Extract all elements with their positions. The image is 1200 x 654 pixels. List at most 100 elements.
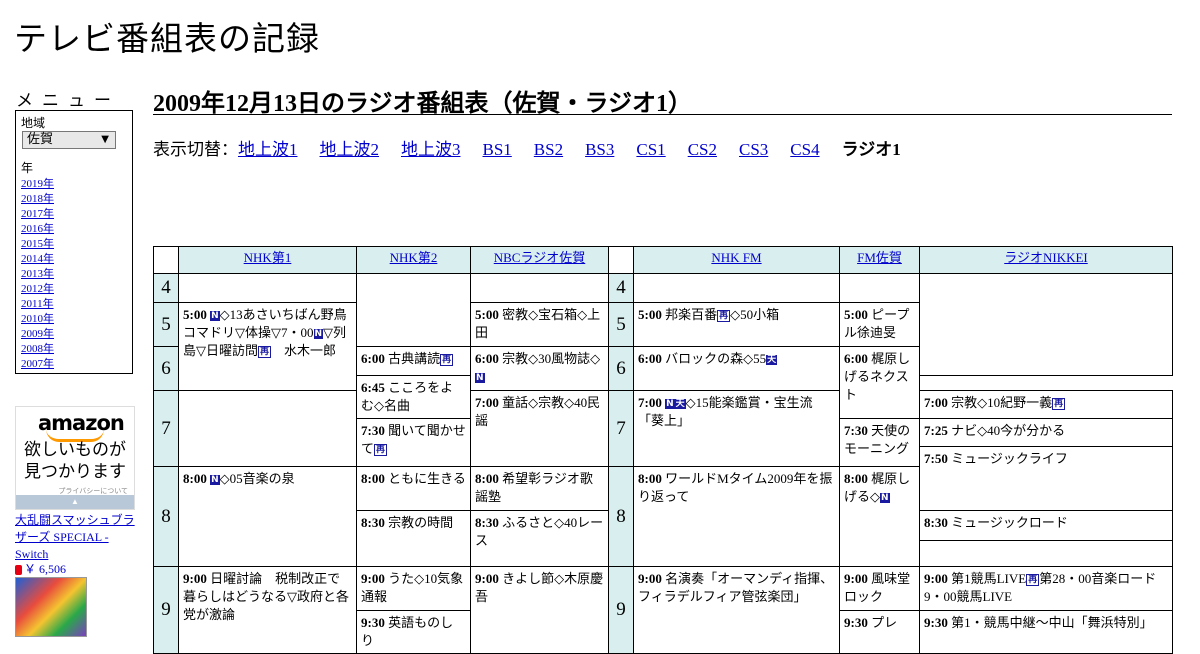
year-link-2007[interactable]: 2007年 [21,358,54,370]
region-select[interactable]: 佐賀 ▼ [22,131,116,149]
amazon-ad-banner[interactable]: amazon 欲しいものが 見つかります プライバシーについて ▲ [15,406,135,510]
program-cell[interactable]: 9:00 名演奏「オーマンディ指揮、フィラデルフィア管弦楽団」 [633,566,840,654]
channel-link-nikkei[interactable]: ラジオNIKKEI [1004,250,1088,265]
program-cell[interactable]: 8:30 宗教の時間 [356,510,471,567]
news-icon: N [880,493,890,503]
year-link-2017[interactable]: 2017年 [21,208,54,220]
program-cell[interactable]: 9:00 うた◇10気象通報 [356,566,471,611]
page-title: 2009年12月13日のラジオ番組表（佐賀・ラジオ1） [153,83,1172,117]
hour-cell-8: 8 [153,466,179,567]
year-link-2016[interactable]: 2016年 [21,223,54,235]
hour-cell-7: 7 [608,390,634,467]
region-label: 地域 [21,116,46,130]
switch-link-bs3[interactable]: BS3 [585,140,614,159]
switch-link-bs2[interactable]: BS2 [534,140,563,159]
display-switcher: 表示切替：地上波1 地上波2 地上波3 BS1 BS2 BS3 CS1 CS2 CS3 CS4 ラジ… [153,135,901,160]
program-cell [919,273,1173,376]
switch-link-cs2[interactable]: CS2 [688,140,717,159]
year-link-2011[interactable]: 2011年 [21,298,54,310]
channel-link-nhkfm[interactable]: NHK FM [711,250,761,265]
program-cell[interactable]: 6:00 バロックの森◇55天 [633,346,840,391]
year-link-2018[interactable]: 2018年 [21,193,54,205]
program-cell[interactable]: 6:00 梶原しげるネクスト [839,346,920,419]
product-image[interactable] [15,577,87,637]
rerun-icon: 再 [258,346,272,358]
program-cell[interactable]: 9:30 英語ものしり [356,610,471,654]
ad-expand-bar[interactable]: ▲ [16,495,134,509]
product-price-value: ￥ 6,506 [24,562,67,576]
program-cell[interactable]: 8:00 ワールドMタイム2009年を振り返って [633,466,840,567]
program-cell[interactable]: 8:00 ともに生きる [356,466,471,511]
program-cell[interactable]: 5:00 N◇13あさいちばん野鳥コマドリ▽体操▽7・00N▽列島▽日曜訪問再 … [178,302,357,391]
program-cell[interactable]: 7:30 聞いて聞かせて再 [356,418,471,467]
channel-header-nhkfm: NHK FM [633,246,840,274]
news-icon: N [210,475,220,485]
channel-link-nhk2[interactable]: NHK第2 [390,250,438,265]
program-cell[interactable]: 5:00 邦楽百番再 ◇50小箱 [633,302,840,347]
program-cell [178,273,357,303]
rerun-icon: 再 [440,354,454,366]
year-link-2013[interactable]: 2013年 [21,268,54,280]
program-cell[interactable]: 5:00 ピープル徐迪旻 [839,302,920,347]
rerun-icon: 再 [717,310,731,322]
program-cell[interactable]: 8:30 ふるさと◇40レース [470,510,609,567]
hour-cell-4: 4 [153,273,179,303]
year-link-2019[interactable]: 2019年 [21,178,54,190]
year-link-2014[interactable]: 2014年 [21,253,54,265]
switch-link-chijoha2[interactable]: 地上波2 [320,140,380,159]
program-cell[interactable]: 9:30 第1・競馬中継～中山「舞浜特別」 [919,610,1173,654]
program-cell[interactable]: 6:45 こころをよむ◇名曲 [356,375,471,419]
year-link-2010[interactable]: 2010年 [21,313,54,325]
program-cell[interactable]: 7:50 ミュージックライフ [919,446,1173,511]
year-link-2012[interactable]: 2012年 [21,283,54,295]
program-cell[interactable]: 6:00 古典講読再 [356,346,471,376]
program-cell[interactable]: 7:25 ナビ◇40今が分かる [919,418,1173,447]
program-cell[interactable]: 7:00 N 天◇15能楽鑑賞・宝生流「葵上」 [633,390,840,467]
menu-heading: メニュー [16,91,120,111]
region-select-value: 佐賀 [27,132,54,147]
program-cell[interactable]: 7:00 童話◇宗教◇40民謡 [470,390,609,467]
corner-cell-mid [608,246,634,274]
switch-link-cs4[interactable]: CS4 [790,140,819,159]
program-cell[interactable]: 9:30 プレ [839,610,920,654]
product-title-link[interactable]: 大乱闘スマッシュブラザーズ SPECIAL - Switch [15,512,140,563]
switch-label: 表示切替： [153,140,238,159]
channel-link-nhk1[interactable]: NHK第1 [244,250,292,265]
hour-cell-9: 9 [153,566,179,654]
year-label: 年 [21,161,34,175]
program-cell[interactable]: 7:30 天使のモーニング [839,418,920,467]
program-cell[interactable]: 7:00 宗教◇10紀野一義再 [919,390,1173,419]
channel-link-nbc[interactable]: NBCラジオ佐賀 [494,250,585,265]
news-icon: N [665,399,675,409]
channel-link-fmsaga[interactable]: FM佐賀 [857,250,902,265]
year-link-2008[interactable]: 2008年 [21,343,54,355]
program-cell[interactable]: 8:00 梶原しげる◇N [839,466,920,567]
program-cell[interactable]: 8:00 N◇05音楽の泉 [178,466,357,567]
weather-icon: 天 [674,399,686,409]
program-cell[interactable]: 9:00 風味堂ロック [839,566,920,611]
switch-link-chijoha1[interactable]: 地上波1 [238,140,298,159]
switch-link-chijoha3[interactable]: 地上波3 [401,140,461,159]
program-grid: NHK第1 NHK第2 NBCラジオ佐賀 NHK FM FM佐賀 ラジオNIKK… [153,246,1173,654]
program-cell[interactable]: 9:00 第1競馬LIVE 再第28・00音楽ロード9・00競馬LIVE [919,566,1173,611]
menu-panel: 地域 佐賀 ▼ 年 2019年 2018年 2017年 2016年 2015年 … [15,110,133,374]
program-cell [633,273,840,303]
rerun-icon: 再 [1052,398,1066,410]
program-cell[interactable]: 9:00 きよし節◇木原慶吾 [470,566,609,654]
switch-link-cs1[interactable]: CS1 [636,140,665,159]
program-cell[interactable]: 5:00 密教◇宝石箱◇上田 [470,302,609,347]
program-cell[interactable]: 6:00 宗教◇30風物誌◇N [470,346,609,391]
news-icon: N [475,373,485,383]
ad-copy: 欲しいものが 見つかります [24,439,126,483]
year-link-2009[interactable]: 2009年 [21,328,54,340]
ad-copy-line1: 欲しいものが [24,440,126,460]
program-cell[interactable]: 8:30 ミュージックロード [919,510,1173,567]
program-cell[interactable]: 9:00 日曜討論 税制改正で暮らしはどうなる▽政府と各党が激論 [178,566,357,654]
channel-header-nikkei: ラジオNIKKEI [919,246,1173,274]
switch-link-cs3[interactable]: CS3 [739,140,768,159]
channel-header-nhk2: NHK第2 [356,246,471,274]
program-cell[interactable]: 8:00 希望彰ラジオ歌謡塾 [470,466,609,511]
ad-copy-line2: 見つかります [24,462,126,482]
year-link-2015[interactable]: 2015年 [21,238,54,250]
switch-link-bs1[interactable]: BS1 [483,140,512,159]
